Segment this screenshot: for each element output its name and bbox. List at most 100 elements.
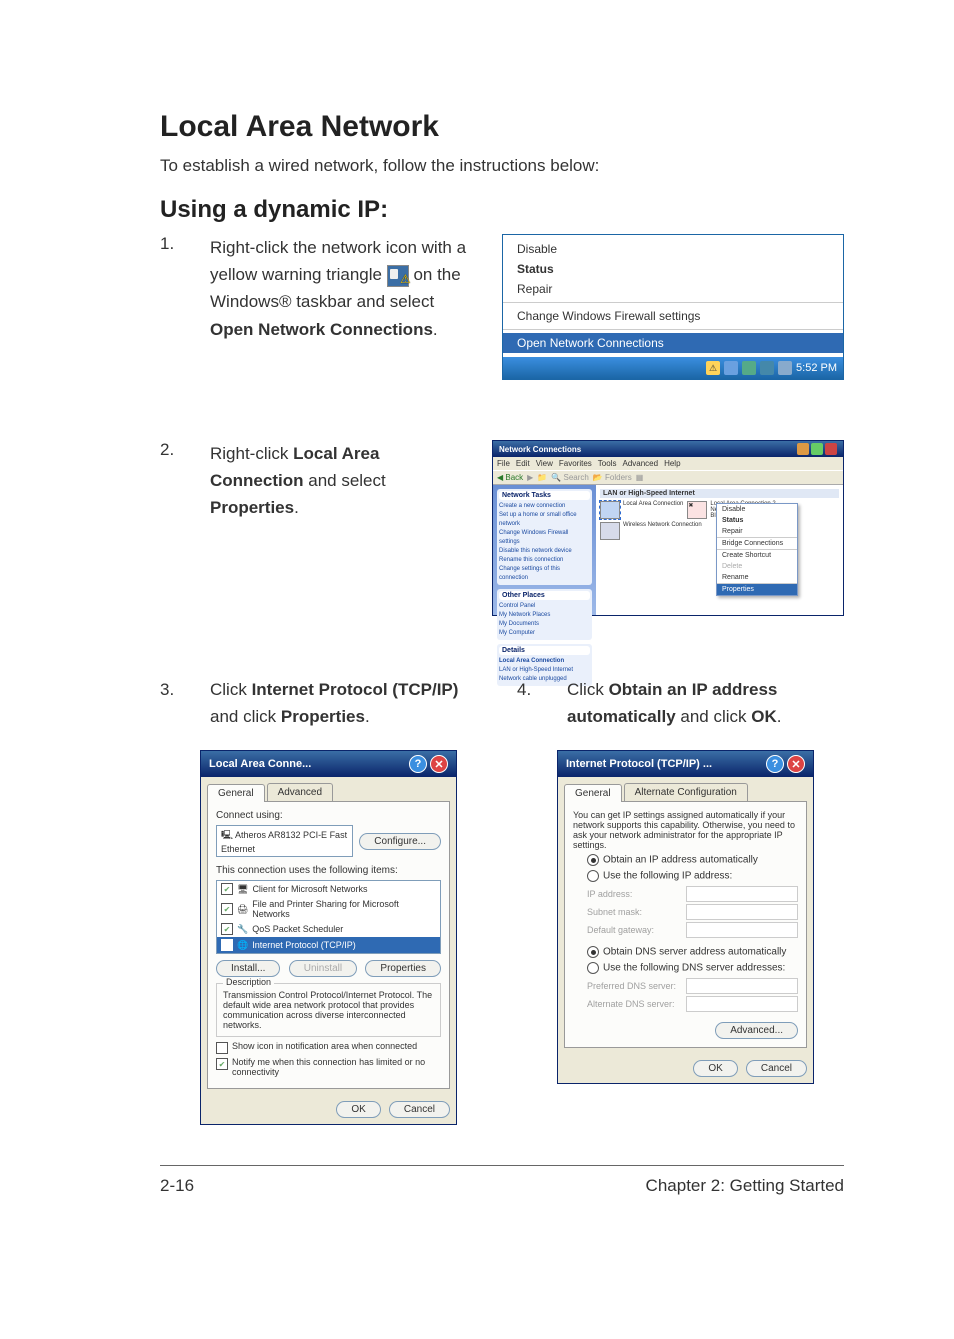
connection-item[interactable]: Local Area Connection bbox=[600, 501, 683, 519]
back-button[interactable]: ◀ Back bbox=[497, 473, 523, 482]
tab-alternate[interactable]: Alternate Configuration bbox=[624, 783, 748, 801]
ctx-rename[interactable]: Rename bbox=[717, 572, 797, 583]
help-icon[interactable]: ? bbox=[409, 755, 427, 773]
menu-help[interactable]: Help bbox=[664, 459, 680, 468]
sidebar-detail: LAN or High-Speed Internet bbox=[499, 666, 590, 675]
page-number: 2-16 bbox=[160, 1176, 194, 1196]
tray-menu-repair[interactable]: Repair bbox=[503, 279, 843, 299]
alt-dns-field bbox=[686, 996, 798, 1012]
forward-button[interactable]: ▶ bbox=[527, 473, 533, 482]
connection-icon bbox=[600, 522, 620, 540]
items-list[interactable]: ✔🖥 Client for Microsoft Networks ✔🖨 File… bbox=[216, 880, 441, 954]
menu-file[interactable]: File bbox=[497, 459, 510, 468]
ctx-bridge[interactable]: Bridge Connections bbox=[717, 538, 797, 549]
menu-edit[interactable]: Edit bbox=[516, 459, 530, 468]
heading-local-area-network: Local Area Network bbox=[160, 110, 844, 144]
text: . bbox=[294, 498, 299, 517]
step-text: Click Internet Protocol (TCP/IP) and cli… bbox=[210, 676, 487, 730]
ctx-disable[interactable]: Disable bbox=[717, 504, 797, 515]
step-3: 3. Click Internet Protocol (TCP/IP) and … bbox=[160, 676, 487, 1125]
sidebar-link[interactable]: My Documents bbox=[499, 620, 590, 629]
step-4: 4. Click Obtain an IP address automatica… bbox=[517, 676, 844, 1084]
step-number: 2. bbox=[160, 440, 185, 460]
bold-properties: Properties bbox=[281, 707, 365, 726]
cancel-button[interactable]: Cancel bbox=[746, 1060, 807, 1077]
tray-menu-disable[interactable]: Disable bbox=[503, 239, 843, 259]
ctx-properties[interactable]: Properties bbox=[717, 584, 797, 595]
connection-icon bbox=[600, 501, 620, 519]
radio-obtain-ip[interactable] bbox=[587, 854, 599, 866]
configure-button[interactable]: Configure... bbox=[359, 833, 441, 850]
sidebar-link[interactable]: Rename this connection bbox=[499, 556, 590, 565]
menu-view[interactable]: View bbox=[536, 459, 553, 468]
install-button[interactable]: Install... bbox=[216, 960, 280, 977]
tab-general[interactable]: General bbox=[207, 784, 265, 802]
sidebar-link[interactable]: Disable this network device bbox=[499, 547, 590, 556]
bold-open-network-connections: Open Network Connections bbox=[210, 320, 433, 339]
minimize-icon[interactable] bbox=[797, 443, 809, 455]
ctx-shortcut[interactable]: Create Shortcut bbox=[717, 550, 797, 561]
sidebar-link[interactable]: My Network Places bbox=[499, 611, 590, 620]
sidebar-link[interactable]: Change Windows Firewall settings bbox=[499, 529, 590, 547]
tray-icon[interactable] bbox=[742, 361, 756, 375]
menu-favorites[interactable]: Favorites bbox=[559, 459, 592, 468]
tray-menu-status[interactable]: Status bbox=[503, 259, 843, 279]
properties-button[interactable]: Properties bbox=[365, 960, 441, 977]
sidebar-link[interactable]: My Computer bbox=[499, 629, 590, 638]
menubar: File Edit View Favorites Tools Advanced … bbox=[493, 457, 843, 470]
menu-tools[interactable]: Tools bbox=[598, 459, 617, 468]
up-button[interactable]: 📁 bbox=[537, 473, 547, 482]
dialog-title: Internet Protocol (TCP/IP) ... bbox=[566, 758, 712, 770]
menu-separator bbox=[503, 302, 843, 303]
group-header: LAN or High-Speed Internet bbox=[600, 489, 839, 498]
checkbox-show-icon[interactable]: Show icon in notification area when conn… bbox=[232, 1041, 417, 1051]
tray-menu-firewall[interactable]: Change Windows Firewall settings bbox=[503, 306, 843, 326]
sidebar-link[interactable]: Control Panel bbox=[499, 602, 590, 611]
step-text: Right-click the network icon with a yell… bbox=[210, 234, 477, 343]
bold-ok: OK bbox=[751, 707, 777, 726]
tray-icon[interactable] bbox=[778, 361, 792, 375]
ok-button[interactable]: OK bbox=[693, 1060, 737, 1077]
menu-advanced[interactable]: Advanced bbox=[622, 459, 658, 468]
description-text: Transmission Control Protocol/Internet P… bbox=[223, 990, 434, 1030]
tray-icon[interactable] bbox=[724, 361, 738, 375]
radio-use-ip[interactable] bbox=[587, 870, 599, 882]
ctx-status[interactable]: Status bbox=[717, 515, 797, 526]
sidebar-heading: Other Places bbox=[499, 591, 590, 600]
sidebar-link[interactable]: Set up a home or small office network bbox=[499, 511, 590, 529]
intro-text: To establish a wired network, follow the… bbox=[160, 156, 844, 176]
blurb: You can get IP settings assigned automat… bbox=[573, 810, 798, 850]
ctx-repair[interactable]: Repair bbox=[717, 526, 797, 537]
advanced-button[interactable]: Advanced... bbox=[715, 1022, 798, 1039]
ctx-delete: Delete bbox=[717, 561, 797, 572]
network-warning-icon bbox=[387, 265, 409, 287]
screenshot-tray-menu: Disable Status Repair Change Windows Fir… bbox=[502, 234, 844, 380]
close-icon[interactable]: ✕ bbox=[787, 755, 805, 773]
tab-advanced[interactable]: Advanced bbox=[267, 783, 333, 801]
tray-icon[interactable]: ⚠ bbox=[706, 361, 720, 375]
tab-general[interactable]: General bbox=[564, 784, 622, 802]
tray-menu-open-connections[interactable]: Open Network Connections bbox=[503, 333, 843, 353]
label-uses-items: This connection uses the following items… bbox=[216, 865, 441, 876]
close-icon[interactable] bbox=[825, 443, 837, 455]
sidebar-link[interactable]: Change settings of this connection bbox=[499, 565, 590, 583]
sidebar: Network Tasks Create a new connection Se… bbox=[493, 485, 596, 615]
search-button[interactable]: 🔍 Search bbox=[551, 473, 589, 482]
views-button[interactable]: ▦ bbox=[636, 473, 644, 482]
gateway-field bbox=[686, 922, 798, 938]
ok-button[interactable]: OK bbox=[336, 1101, 380, 1118]
folders-button[interactable]: 📂 Folders bbox=[593, 473, 632, 482]
help-icon[interactable]: ? bbox=[766, 755, 784, 773]
connection-item[interactable]: Wireless Network Connection bbox=[600, 522, 702, 540]
maximize-icon[interactable] bbox=[811, 443, 823, 455]
label-connect-using: Connect using: bbox=[216, 810, 441, 821]
radio-use-dns[interactable] bbox=[587, 962, 599, 974]
checkbox-notify[interactable]: Notify me when this connection has limit… bbox=[232, 1057, 441, 1077]
cancel-button[interactable]: Cancel bbox=[389, 1101, 450, 1118]
sidebar-link[interactable]: Create a new connection bbox=[499, 502, 590, 511]
group-description: Description bbox=[223, 977, 274, 987]
close-icon[interactable]: ✕ bbox=[430, 755, 448, 773]
radio-obtain-dns[interactable] bbox=[587, 946, 599, 958]
step-1: 1. Right-click the network icon with a y… bbox=[160, 234, 844, 380]
tray-icon[interactable] bbox=[760, 361, 774, 375]
